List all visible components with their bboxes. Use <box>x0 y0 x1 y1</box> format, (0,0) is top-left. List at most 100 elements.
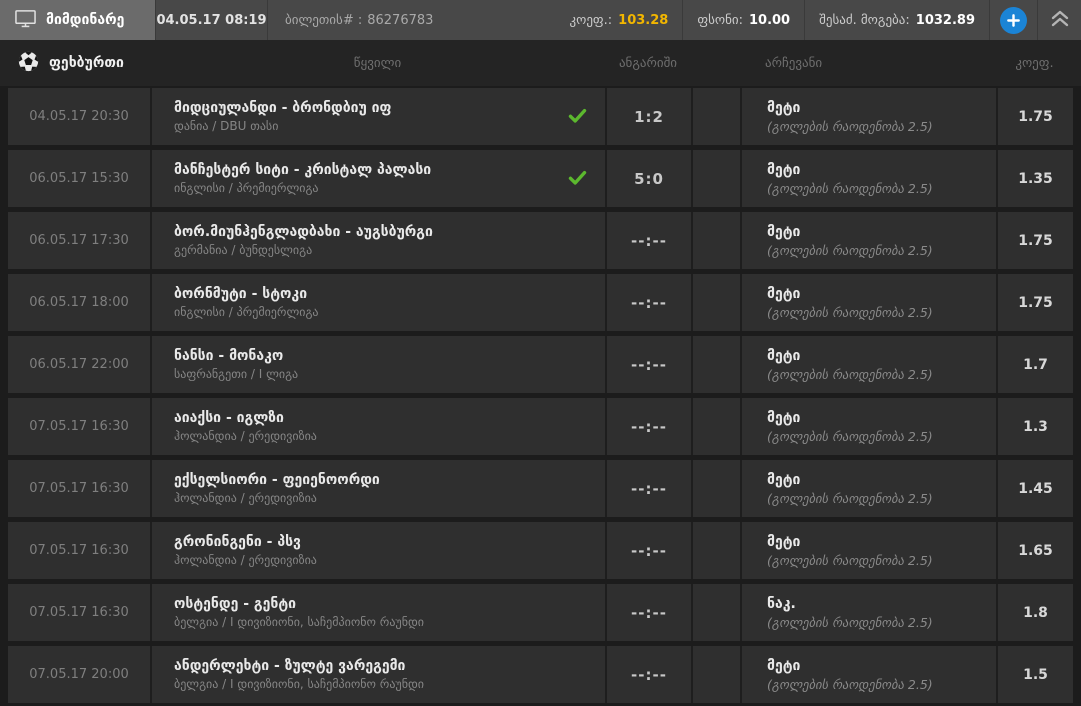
spacer-cell <box>691 460 740 517</box>
match-datetime: 07.05.17 16:30 <box>29 605 129 620</box>
spacer-cell <box>691 584 740 641</box>
column-header-coef: კოეფ. <box>1015 55 1054 71</box>
match-pair: აიაქსი - იგლზი <box>174 409 284 426</box>
spacer-cell <box>691 398 740 455</box>
possible-win-group: შესაძ. მოგება: 1032.89 <box>804 0 989 40</box>
selection-coef: 1.7 <box>996 336 1073 393</box>
match-datetime: 07.05.17 20:00 <box>29 667 129 682</box>
match-pair: მიდციულანდი - ბრონდბიუ იფ <box>174 99 392 116</box>
match-score: 1:2 <box>605 88 691 145</box>
bet-row: 06.05.17 17:30 ბორ.მიუნჰენგლადბახი - აუგ… <box>8 212 1073 269</box>
plus-icon <box>1000 6 1027 34</box>
match-league: ბელგია / I დივიზიონი, საჩემპიონო რაუნდი <box>174 677 424 692</box>
chevron-double-up-icon <box>1050 10 1070 31</box>
spacer-cell <box>691 274 740 331</box>
selection-cell: მეტი (გოლების რაოდენობა 2.5) <box>740 336 996 393</box>
bet-row: 07.05.17 16:30 ექსელსიორი - ფეიენოორდი ჰ… <box>8 460 1073 517</box>
ticket-number-value: 86276783 <box>367 12 434 28</box>
selection-cell: ნაკ. (გოლების რაოდენობა 2.5) <box>740 584 996 641</box>
tab-current-bets[interactable]: მიმდინარე <box>0 0 155 40</box>
selection-coef: 1.5 <box>996 646 1073 703</box>
selection-name: მეტი <box>767 409 801 426</box>
bet-row: 06.05.17 18:00 ბორნმუტი - სტოკი ინგლისი … <box>8 274 1073 331</box>
ticket-number-group: ბილეთის# : 86276783 <box>267 0 555 40</box>
tab-current-label: მიმდინარე <box>46 12 125 28</box>
match-pair: ანდერლეხტი - ზულტე ვარეგემი <box>174 657 406 674</box>
selection-coef: 1.8 <box>996 584 1073 641</box>
ticket-datetime: 04.05.17 08:19 <box>155 0 267 40</box>
match-pair: ექსელსიორი - ფეიენოორდი <box>174 471 380 488</box>
total-coef-label: კოეფ.: <box>569 12 613 28</box>
sport-label: ფეხბურთი <box>49 55 124 71</box>
match-datetime: 04.05.17 20:30 <box>29 109 129 124</box>
ticket-number-label: ბილეთის# : <box>285 12 363 28</box>
match-score: --:-- <box>605 522 691 579</box>
selection-detail: (გოლების რაოდენობა 2.5) <box>767 552 933 568</box>
add-bet-button[interactable] <box>989 0 1037 40</box>
collapse-button[interactable] <box>1037 0 1081 40</box>
match-league: ბელგია / I დივიზიონი, საჩემპიონო რაუნდი <box>174 615 424 630</box>
selection-detail: (გოლების რაოდენობა 2.5) <box>767 118 933 134</box>
match-pair-cell: მიდციულანდი - ბრონდბიუ იფ დანია / DBU თა… <box>150 88 605 145</box>
column-header-pair: წყვილი <box>353 55 402 71</box>
selection-name: მეტი <box>767 99 801 116</box>
match-datetime: 07.05.17 16:30 <box>29 419 129 434</box>
stake-value: 10.00 <box>748 12 791 28</box>
selection-cell: მეტი (გოლების რაოდენობა 2.5) <box>740 88 996 145</box>
selection-coef: 1.3 <box>996 398 1073 455</box>
match-score: --:-- <box>605 212 691 269</box>
total-coef-group: კოეფ.: 103.28 <box>555 0 682 40</box>
bet-row: 06.05.17 22:00 ნანსი - მონაკო საფრანგეთი… <box>8 336 1073 393</box>
selection-detail: (გოლების რაოდენობა 2.5) <box>767 428 933 444</box>
football-icon <box>18 51 39 76</box>
possible-win-label: შესაძ. მოგება: <box>819 12 910 28</box>
selection-coef: 1.75 <box>996 88 1073 145</box>
match-pair-cell: აიაქსი - იგლზი ჰოლანდია / ერედივიზია <box>150 398 605 455</box>
match-score: --:-- <box>605 460 691 517</box>
match-league: ჰოლანდია / ერედივიზია <box>174 429 317 444</box>
match-pair-cell: გრონინგენი - პსვ ჰოლანდია / ერედივიზია <box>150 522 605 579</box>
selection-name: მეტი <box>767 161 801 178</box>
bet-row: 07.05.17 16:30 ოსტენდე - გენტი ბელგია / … <box>8 584 1073 641</box>
column-header-score: ანგარიში <box>618 55 678 71</box>
won-check-icon <box>568 108 587 123</box>
selection-name: მეტი <box>767 657 801 674</box>
topbar: მიმდინარე 04.05.17 08:19 ბილეთის# : 8627… <box>0 0 1081 40</box>
match-score: --:-- <box>605 274 691 331</box>
match-pair-cell: ოსტენდე - გენტი ბელგია / I დივიზიონი, სა… <box>150 584 605 641</box>
selection-detail: (გოლების რაოდენობა 2.5) <box>767 304 933 320</box>
match-pair: ნანსი - მონაკო <box>174 347 284 364</box>
match-league: გერმანია / ბუნდესლიგა <box>174 243 313 258</box>
selection-name: ნაკ. <box>767 595 796 612</box>
selection-cell: მეტი (გოლების რაოდენობა 2.5) <box>740 646 996 703</box>
match-league: ინგლისი / პრემიერლიგა <box>174 181 319 196</box>
selection-name: მეტი <box>767 533 801 550</box>
selection-cell: მეტი (გოლების რაოდენობა 2.5) <box>740 460 996 517</box>
selection-cell: მეტი (გოლების რაოდენობა 2.5) <box>740 398 996 455</box>
bet-row: 07.05.17 16:30 გრონინგენი - პსვ ჰოლანდია… <box>8 522 1073 579</box>
selection-coef: 1.45 <box>996 460 1073 517</box>
match-pair: ბორნმუტი - სტოკი <box>174 285 308 302</box>
match-pair: ოსტენდე - გენტი <box>174 595 297 612</box>
won-check-icon <box>568 170 587 185</box>
spacer-cell <box>691 88 740 145</box>
match-datetime: 06.05.17 17:30 <box>29 233 129 248</box>
selection-coef: 1.75 <box>996 274 1073 331</box>
spacer-cell <box>691 336 740 393</box>
column-header-selection: არჩევანი <box>765 55 823 71</box>
selection-detail: (გოლების რაოდენობა 2.5) <box>767 676 933 692</box>
match-datetime: 06.05.17 15:30 <box>29 171 129 186</box>
match-datetime: 06.05.17 22:00 <box>29 357 129 372</box>
selection-detail: (გოლების რაოდენობა 2.5) <box>767 490 933 506</box>
selection-detail: (გოლების რაოდენობა 2.5) <box>767 614 933 630</box>
match-pair-cell: ანდერლეხტი - ზულტე ვარეგემი ბელგია / I დ… <box>150 646 605 703</box>
bet-rows: 04.05.17 20:30 მიდციულანდი - ბრონდბიუ იფ… <box>0 86 1081 703</box>
match-pair-cell: მანჩესტერ სიტი - კრისტალ პალასი ინგლისი … <box>150 150 605 207</box>
match-score: --:-- <box>605 584 691 641</box>
possible-win-value: 1032.89 <box>915 12 975 28</box>
selection-cell: მეტი (გოლების რაოდენობა 2.5) <box>740 150 996 207</box>
match-league: ინგლისი / პრემიერლიგა <box>174 305 319 320</box>
selection-coef: 1.65 <box>996 522 1073 579</box>
stake-label: ფსონი: <box>697 12 743 28</box>
match-pair: ბორ.მიუნჰენგლადბახი - აუგსბურგი <box>174 223 433 240</box>
